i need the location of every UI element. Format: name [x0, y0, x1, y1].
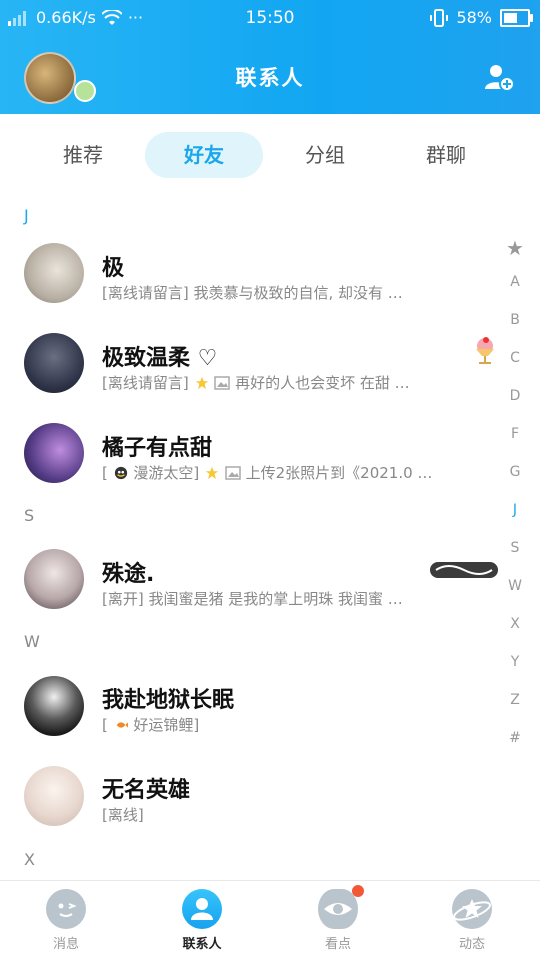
contact-message: [离线请留言] 再好的人也会变坏 在甜 … [102, 372, 472, 393]
message-prefix: [ [102, 716, 108, 734]
contact-message: [ 好运锦鲤] [102, 714, 472, 735]
contact-row[interactable]: 殊途. [离开] 我闺蜜是猪 是我的掌上明珠 我闺蜜 … [0, 532, 500, 622]
status-bar: 0.66K/s ··· 15:50 58% [0, 0, 540, 36]
index-letter[interactable]: C [500, 350, 530, 366]
nav-contacts[interactable]: 联系人 [152, 889, 252, 952]
planet-icon [452, 889, 492, 929]
tab-groups[interactable]: 分组 [266, 132, 384, 178]
index-letter[interactable]: B [500, 312, 530, 328]
avatar[interactable] [24, 676, 84, 736]
contact-row[interactable]: 极致温柔 ♡ [离线请留言] 再好的人也会变坏 在甜 … [0, 318, 500, 408]
index-letter[interactable]: J [500, 502, 530, 518]
eye-icon [318, 889, 358, 929]
index-letter[interactable]: F [500, 426, 530, 442]
contact-message: [离线请留言] 我羡慕与极致的自信, 却没有 … [102, 284, 403, 302]
status-text: 漫游太空] [133, 464, 200, 482]
tab-friends[interactable]: 好友 [145, 132, 263, 178]
message-prefix: [离线请留言] [102, 374, 189, 392]
avatar[interactable] [24, 333, 84, 393]
index-letter[interactable]: ★ [500, 236, 530, 260]
contact-message: [ 漫游太空] 上传2张照片到《2021.0 … [102, 462, 472, 483]
koi-fish-icon [116, 722, 128, 728]
bottom-nav: 消息 联系人 看点 动态 [0, 880, 540, 961]
contact-message: [离线] [102, 806, 144, 824]
contact-name: 殊途. [102, 562, 155, 587]
star-icon [195, 376, 208, 390]
contact-row[interactable]: 橘子有点甜 [ 漫游太空] 上传2张照片到《2021.0 … [0, 408, 500, 498]
index-letter[interactable]: # [500, 730, 530, 746]
contact-row[interactable]: 我赴地狱长眠 [ 好运锦鲤] [0, 660, 500, 750]
contact-name: 极致温柔 ♡ [102, 346, 218, 371]
avatar[interactable] [24, 423, 84, 483]
section-header-w: W [24, 632, 40, 651]
contact-tabs: 推荐 好友 分组 群聊 [0, 114, 540, 198]
nav-messages[interactable]: 消息 [16, 889, 116, 952]
image-icon [225, 466, 241, 480]
message-text: 再好的人也会变坏 在甜 … [235, 374, 410, 392]
index-letter[interactable]: G [500, 464, 530, 480]
status-emoji-icon [114, 466, 127, 480]
add-contact-icon[interactable] [484, 62, 514, 92]
index-letter[interactable]: A [500, 274, 530, 290]
contact-name: 我赴地狱长眠 [102, 688, 235, 713]
contact-row[interactable]: 极 [离线请留言] 我羡慕与极致的自信, 却没有 … [0, 228, 500, 318]
nav-discover[interactable]: 看点 [288, 885, 388, 952]
message-text: 上传2张照片到《2021.0 … [245, 464, 433, 482]
nav-label: 消息 [52, 937, 79, 952]
index-letter[interactable]: Z [500, 692, 530, 708]
nav-moments[interactable]: 动态 [422, 889, 522, 952]
tab-group-chats[interactable]: 群聊 [387, 132, 505, 178]
section-header-s: S [24, 506, 35, 525]
page-title: 联系人 [235, 66, 305, 90]
ice-cream-icon [476, 337, 494, 364]
section-header-j: J [24, 206, 29, 225]
contact-row[interactable]: 无名英雄 [离线] [0, 750, 500, 840]
index-letter[interactable]: W [500, 578, 530, 594]
contact-name: 极 [102, 256, 125, 281]
index-letter[interactable]: X [500, 616, 530, 632]
contact-name: 无名英雄 [102, 778, 191, 803]
battery-percent: 58% [456, 8, 492, 27]
nav-label: 看点 [324, 937, 351, 952]
contacts-icon [182, 889, 222, 929]
nav-label: 联系人 [182, 937, 222, 952]
battery-icon [500, 8, 533, 27]
message-icon [46, 889, 86, 929]
contact-name: 橘子有点甜 [102, 436, 213, 461]
index-letter[interactable]: S [500, 540, 530, 556]
phone-vibrate-icon [430, 8, 449, 27]
avatar[interactable] [24, 766, 84, 826]
image-icon [214, 376, 231, 390]
star-icon [205, 466, 219, 480]
section-header-x: X [24, 850, 35, 869]
index-letter[interactable]: Y [500, 654, 530, 670]
header-bar: 0.66K/s ··· 15:50 58% 联系人 [0, 0, 540, 114]
nav-label: 动态 [458, 937, 485, 952]
avatar[interactable] [24, 549, 84, 609]
tab-recommend[interactable]: 推荐 [24, 132, 142, 178]
message-prefix: [ [102, 464, 108, 482]
avatar[interactable] [24, 243, 84, 303]
index-letter[interactable]: D [500, 388, 530, 404]
vip-badge-icon [430, 562, 498, 578]
message-text: 好运锦鲤] [133, 716, 200, 734]
contact-message: [离开] 我闺蜜是猪 是我的掌上明珠 我闺蜜 … [102, 590, 403, 608]
notification-dot [352, 885, 364, 897]
